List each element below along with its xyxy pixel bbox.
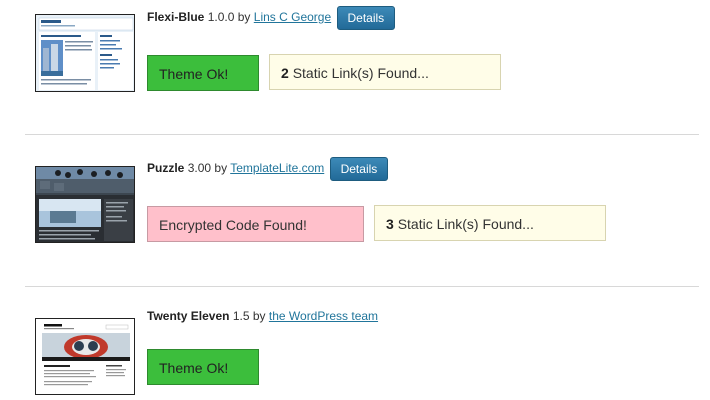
theme-version: 3.00 [187,161,212,176]
theme-divider [25,134,699,135]
static-links-count: 3 [386,216,394,232]
status-label: Theme Ok! [159,66,229,82]
theme-author-link[interactable]: the WordPress team [269,309,378,323]
details-button[interactable]: Details [336,6,396,30]
theme-ok-status: Theme Ok! [147,55,259,91]
theme-ok-status: Theme Ok! [147,349,259,385]
theme-title-line: Flexi-Blue 1.0.0 by Lins C George Detail… [147,6,396,30]
by-label: by [237,10,251,25]
theme-name: Flexi-Blue [147,10,205,25]
theme-title-line: Puzzle 3.00 by TemplateLite.com Details [147,157,389,181]
theme-name: Puzzle [147,161,185,176]
static-links-count: 2 [281,65,289,81]
theme-screenshot-twenty-eleven[interactable] [35,318,135,395]
theme-screenshot-flexi-blue[interactable] [35,14,135,92]
theme-name: Twenty Eleven [147,309,230,323]
by-label: by [252,309,266,323]
static-links-text: Static Link(s) Found... [397,216,534,232]
theme-screenshot-puzzle[interactable] [35,166,135,243]
status-label: Theme Ok! [159,360,229,376]
theme-screenshot-image [36,15,134,91]
theme-title-line: Twenty Eleven 1.5 by the WordPress team [147,309,378,323]
static-links-status: 2 Static Link(s) Found... [269,54,501,90]
theme-version: 1.5 [232,309,250,323]
theme-author-link[interactable]: Lins C George [254,10,331,24]
static-links-status: 3 Static Link(s) Found... [374,205,606,241]
details-button[interactable]: Details [329,157,389,181]
theme-divider [25,286,699,287]
status-label: Encrypted Code Found! [159,217,307,233]
theme-author-link[interactable]: TemplateLite.com [230,161,324,175]
theme-version: 1.0.0 [207,10,235,25]
theme-screenshot-image [36,167,134,242]
by-label: by [214,161,228,176]
encrypted-code-status: Encrypted Code Found! [147,206,364,242]
static-links-text: Static Link(s) Found... [292,65,429,81]
theme-screenshot-image [36,319,134,394]
